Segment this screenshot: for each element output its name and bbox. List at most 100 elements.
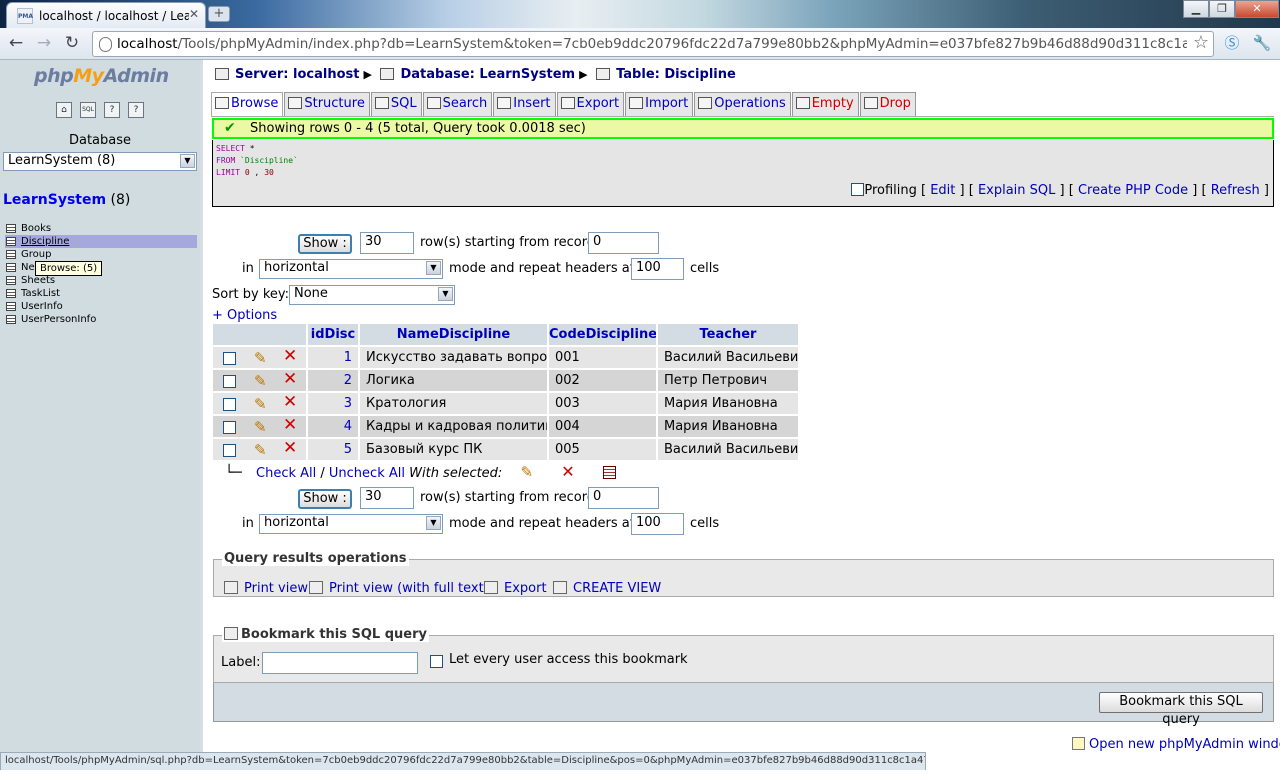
options-link[interactable]: + Options [212,308,277,323]
export-selected-icon[interactable] [602,466,616,479]
bookmark-star-icon[interactable]: ☆ [1193,32,1209,53]
phpmyadmin-logo[interactable]: phpMyAdmin [34,65,169,87]
breadcrumb-table[interactable]: Table: Discipline [616,67,736,82]
edit-pencil-icon[interactable]: ✎ [254,417,267,437]
table-icon[interactable] [6,302,16,311]
tab-drop[interactable]: Drop [859,92,916,116]
table-item-discipline[interactable]: Discipline [5,235,197,248]
edit-pencil-icon[interactable]: ✎ [254,348,267,368]
close-tab-icon[interactable]: ✕ [189,7,199,21]
create-php-code-link[interactable]: Create PHP Code [1078,183,1188,198]
table-icon[interactable] [6,237,16,246]
query-window-icon[interactable]: SQL [80,102,96,118]
close-window-button[interactable]: ✕ [1235,0,1279,18]
tab-structure[interactable]: Structure [284,92,370,116]
explain-sql-link[interactable]: Explain SQL [978,183,1055,198]
row-checkbox[interactable] [223,444,236,457]
skype-extension-icon[interactable]: Ⓢ [1220,32,1244,56]
delete-x-icon[interactable]: ✕ [283,370,297,390]
table-item-userpersoninfo[interactable]: UserPersonInfo [5,313,197,326]
table-icon[interactable] [6,263,16,272]
bookmark-label-input[interactable] [262,652,418,674]
row-checkbox[interactable] [223,398,236,411]
row-checkbox[interactable] [223,375,236,388]
database-link[interactable]: LearnSystem [3,192,106,208]
display-mode-select-top[interactable]: horizontal ▼ [259,259,443,279]
start-record-input-top[interactable]: 0 [588,232,659,254]
table-icon[interactable] [6,250,16,259]
show-button-bottom[interactable]: Show : [298,489,352,509]
delete-x-icon[interactable]: ✕ [283,393,297,413]
table-link[interactable]: Books [21,223,51,234]
print-view-full-link[interactable]: Print view (with full texts) [309,581,496,596]
table-icon[interactable] [6,315,16,324]
table-link[interactable]: Discipline [21,236,69,247]
table-icon[interactable] [6,224,16,233]
table-item-tasklist[interactable]: TaskList [5,287,197,300]
table-item-userinfo[interactable]: UserInfo [5,300,197,313]
delete-selected-x-icon[interactable]: ✕ [561,462,574,481]
edit-selected-pencil-icon[interactable]: ✎ [520,463,533,481]
open-new-window-link[interactable]: Open new phpMyAdmin window [1089,737,1280,752]
database-select[interactable]: LearnSystem (8) ▼ [3,152,197,171]
refresh-link[interactable]: Refresh [1211,183,1260,198]
column-header[interactable]: NameDiscipline [360,324,547,345]
tab-search[interactable]: Search [422,92,493,116]
table-link[interactable]: Sheets [21,275,55,286]
table-link[interactable]: UserInfo [21,301,63,312]
edit-sql-link[interactable]: Edit [930,183,955,198]
print-view-link[interactable]: Print view [224,581,308,596]
bookmark-query-button[interactable]: Bookmark this SQL query [1099,692,1263,727]
tab-insert[interactable]: Insert [493,92,556,116]
delete-x-icon[interactable]: ✕ [283,347,297,367]
table-item-group[interactable]: Group [5,248,197,261]
uncheck-all-link[interactable]: Uncheck All [329,466,405,481]
display-mode-select-bottom[interactable]: horizontal ▼ [259,514,443,534]
tab-browse[interactable]: Browse [211,92,284,117]
documentation-icon[interactable]: ? [104,102,120,118]
row-checkbox[interactable] [223,352,236,365]
back-arrow-icon[interactable]: ← [4,32,28,56]
start-record-input-bottom[interactable]: 0 [588,487,659,509]
tab-operations[interactable]: Operations [694,92,791,116]
rows-input-bottom[interactable]: 30 [360,487,414,509]
edit-pencil-icon[interactable]: ✎ [254,394,267,414]
forward-arrow-icon[interactable]: → [32,32,56,56]
tab-empty[interactable]: Empty [791,92,859,116]
edit-pencil-icon[interactable]: ✎ [254,371,267,391]
column-header[interactable]: Teacher [658,324,798,345]
table-icon[interactable] [6,276,16,285]
check-all-link[interactable]: Check All [256,466,316,481]
sort-by-select[interactable]: None ▼ [289,285,455,305]
tab-export[interactable]: Export [556,92,625,116]
edit-pencil-icon[interactable]: ✎ [254,440,267,460]
minimize-window-button[interactable]: ▁ [1183,0,1209,18]
table-icon[interactable] [6,289,16,298]
tab-import[interactable]: Import [625,92,694,116]
table-item-books[interactable]: Books [5,222,197,235]
column-header[interactable]: CodeDiscipline [549,324,656,345]
rows-input-top[interactable]: 30 [360,232,414,254]
delete-x-icon[interactable]: ✕ [283,439,297,459]
delete-x-icon[interactable]: ✕ [283,416,297,436]
create-view-link[interactable]: CREATE VIEW [553,581,661,596]
browser-tab[interactable]: PMA localhost / localhost / LearnSys ✕ [6,2,206,28]
wrench-menu-icon[interactable]: 🔧 [1250,32,1274,56]
restore-window-button[interactable]: ❐ [1209,0,1235,18]
sql-docs-icon[interactable]: ? [128,102,144,118]
home-icon[interactable]: ⌂ [56,102,72,118]
table-link[interactable]: UserPersonInfo [21,314,96,325]
new-tab-button[interactable]: + [208,6,230,22]
repeat-headers-input-top[interactable]: 100 [631,258,684,280]
reload-icon[interactable]: ↻ [60,32,84,56]
breadcrumb-database[interactable]: Database: LearnSystem [400,67,575,82]
breadcrumb-server[interactable]: Server: localhost [235,67,359,82]
column-header[interactable]: idDisc [308,324,358,345]
export-results-link[interactable]: Export [484,581,547,596]
tab-sql[interactable]: SQL [370,92,422,116]
table-link[interactable]: Group [21,249,51,260]
table-link[interactable]: TaskList [21,288,60,299]
show-button-top[interactable]: Show : [298,234,352,254]
row-checkbox[interactable] [223,421,236,434]
address-bar[interactable]: localhost/Tools/phpMyAdmin/index.php?db=… [92,31,1214,57]
